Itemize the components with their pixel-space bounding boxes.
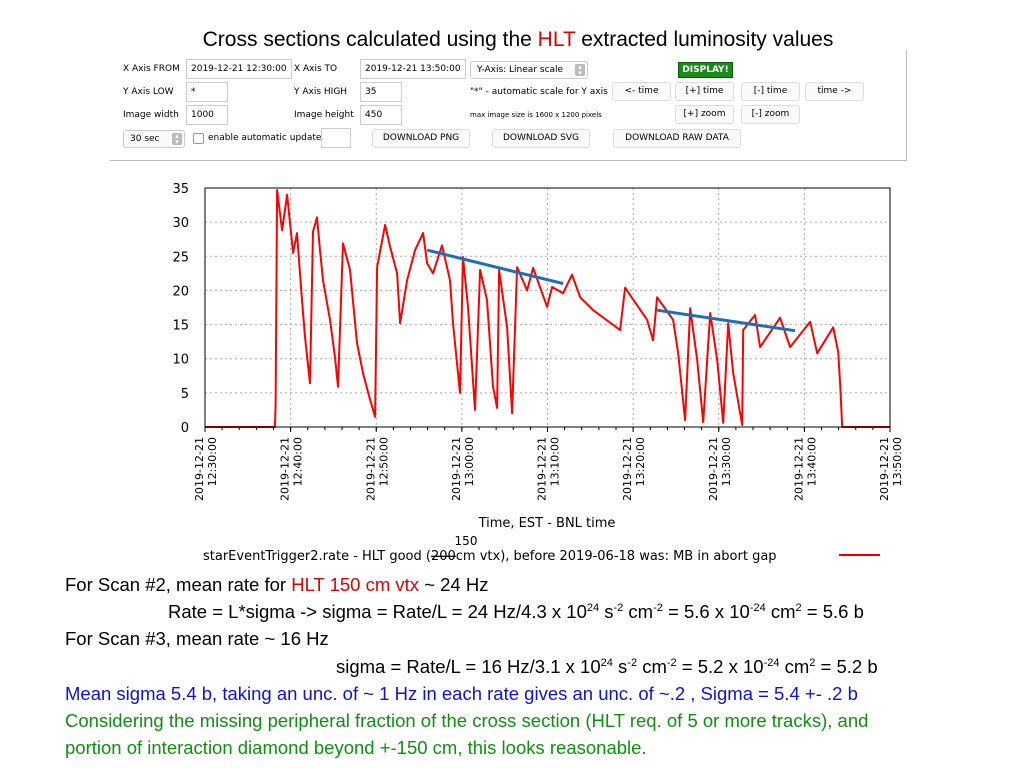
x-tick-date: 2019-12-21 [621,437,634,501]
legend-text-pre: starEventTrigger2.rate - HLT good ( [203,549,431,564]
note-line-6: Considering the missing peripheral fract… [65,710,869,731]
x-tick-date: 2019-12-21 [878,437,891,501]
note-line-4: sigma = Rate/L = 16 Hz/3.1 x 1024 s-2 cm… [336,656,878,677]
legend-inserted-text: 150 [455,534,478,548]
y-tick-label: 10 [172,353,189,368]
x-tick-time: 13:40:00 [805,437,818,486]
fit-line-2 [656,308,796,333]
x-tick-time: 13:30:00 [720,437,733,486]
note-line-1: For Scan #2, mean rate for HLT 150 cm vt… [65,574,488,596]
legend-text: starEventTrigger2.rate - HLT good (200cm… [203,549,777,564]
x-tick-time: 12:40:00 [292,437,305,486]
y-axis-ticks: 0 5 10 15 20 25 30 35 [172,182,189,436]
x-tick-label: 2019-12-21 13:20:00 [621,437,647,501]
x-tick-date: 2019-12-21 [450,437,463,501]
note-text: For Scan #2, mean rate for [65,574,292,595]
x-tick-date: 2019-12-21 [193,437,206,501]
x-tick-label: 2019-12-21 13:00:00 [450,437,476,501]
rate-chart: 05101520253035 2019-12-21 12:30:00 2019-12… [172,182,904,564]
y-tick-label: 20 [172,284,189,299]
legend-text-post: cm vtx), before 2019-06-18 was: MB in ab… [456,549,777,564]
x-tick-label: 2019-12-21 13:40:00 [792,437,818,501]
x-tick-date: 2019-12-21 [707,437,720,501]
note-red-text: HLT 150 cm vtx [291,574,420,595]
y-tick-label: 5 [181,387,189,402]
x-axis-label: Time, EST - BNL time [478,516,616,531]
note-text: ~ 24 Hz [419,574,489,595]
note-line-2: Rate = L*sigma -> sigma = Rate/L = 24 Hz… [168,601,864,622]
x-tick-label: 2019-12-21 12:30:00 [193,437,219,501]
y-tick-label: 35 [172,182,189,197]
x-tick-label: 2019-12-21 13:50:00 [878,437,904,501]
note-line-3: For Scan #3, mean rate ~ 16 Hz [65,628,329,649]
x-tick-time: 13:20:00 [634,437,647,486]
note-line-5: Mean sigma 5.4 b, taking an unc. of ~ 1 … [65,683,858,704]
y-tick-label: 15 [172,319,189,334]
note-line-7: portion of interaction diamond beyond +-… [65,737,647,758]
y-tick-label: 25 [172,250,189,265]
x-tick-label: 2019-12-21 13:10:00 [536,437,562,501]
x-tick-time: 12:50:00 [377,437,390,486]
x-axis-ticks: 2019-12-21 12:30:00 2019-12-21 12:40:00 2019… [193,427,904,501]
x-tick-label: 2019-12-21 12:50:00 [364,437,390,501]
y-tick-label: 30 [172,216,189,231]
x-tick-date: 2019-12-21 [364,437,377,501]
x-tick-time: 13:00:00 [463,437,476,486]
x-tick-time: 13:10:00 [549,437,562,486]
legend-struck-text: 200 [431,549,456,564]
x-tick-time: 12:30:00 [206,437,219,486]
x-tick-time: 13:50:00 [891,437,904,486]
x-tick-label: 2019-12-21 13:30:00 [707,437,733,501]
x-tick-date: 2019-12-21 [279,437,292,501]
x-tick-label: 2019-12-21 12:40:00 [279,437,305,501]
x-tick-date: 2019-12-21 [536,437,549,501]
y-tick-label: 0 [181,421,189,436]
x-tick-date: 2019-12-21 [792,437,805,501]
